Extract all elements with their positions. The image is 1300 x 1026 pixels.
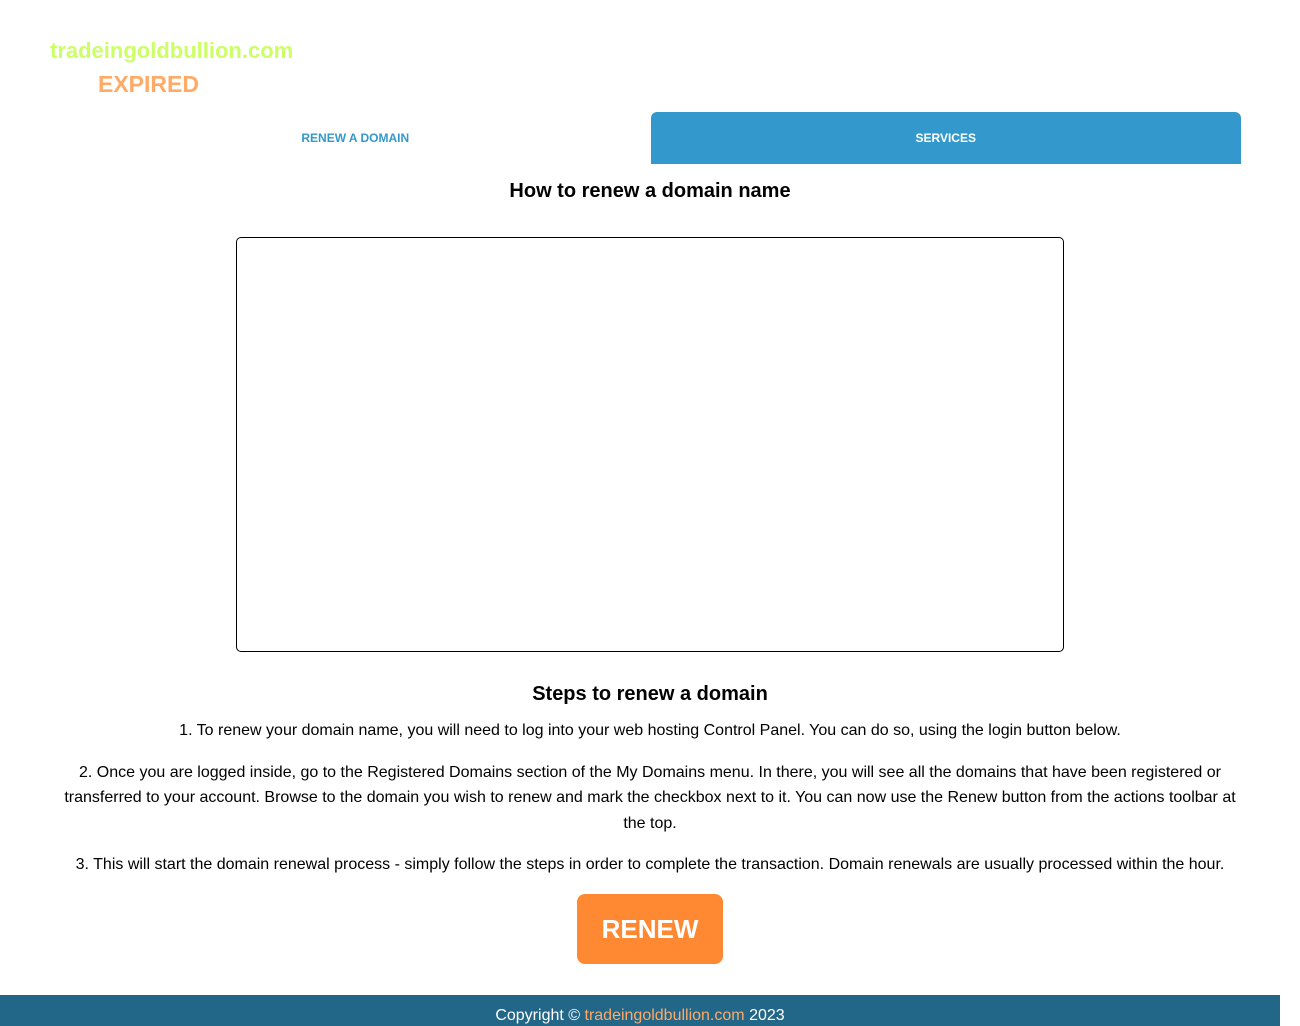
page: tradeingoldbullion.com EXPIRED RENEW A D… (0, 0, 1300, 1026)
logo-domain: tradeingoldbullion.com (50, 38, 294, 63)
page-title: How to renew a domain name (509, 180, 791, 202)
steps-list: 1. To renew your domain name, you will n… (60, 718, 1240, 894)
step-2: 2. Once you are logged inside, go to the… (64, 763, 1236, 832)
tab-services[interactable]: SERVICES (650, 112, 1241, 164)
footer: Copyright © tradeingoldbullion.com 2023 (0, 995, 1280, 1026)
logo: tradeingoldbullion.com EXPIRED (50, 36, 320, 99)
video-frame[interactable] (236, 237, 1064, 652)
expired-status: EXPIRED (98, 71, 199, 97)
footer-domain-link[interactable]: tradeingoldbullion.com (585, 1007, 745, 1024)
steps-title: Steps to renew a domain (532, 683, 768, 705)
step-1: 1. To renew your domain name, you will n… (179, 722, 1121, 739)
renew-button[interactable]: RENEW (577, 894, 723, 964)
tab-renew-a-domain[interactable]: RENEW A DOMAIN (60, 112, 651, 164)
footer-copyright: Copyright © (495, 1007, 581, 1024)
footer-year: 2023 (749, 1007, 785, 1024)
nav-tabs: RENEW A DOMAIN SERVICES (60, 112, 1241, 164)
step-3: 3. This will start the domain renewal pr… (75, 856, 1225, 873)
